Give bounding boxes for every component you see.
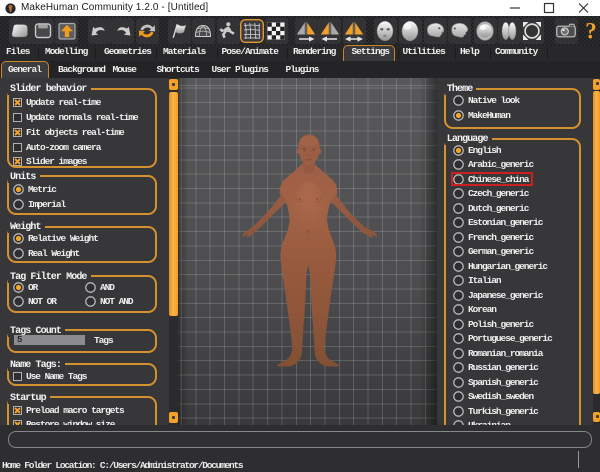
svg-text:?: ? <box>585 19 597 43</box>
